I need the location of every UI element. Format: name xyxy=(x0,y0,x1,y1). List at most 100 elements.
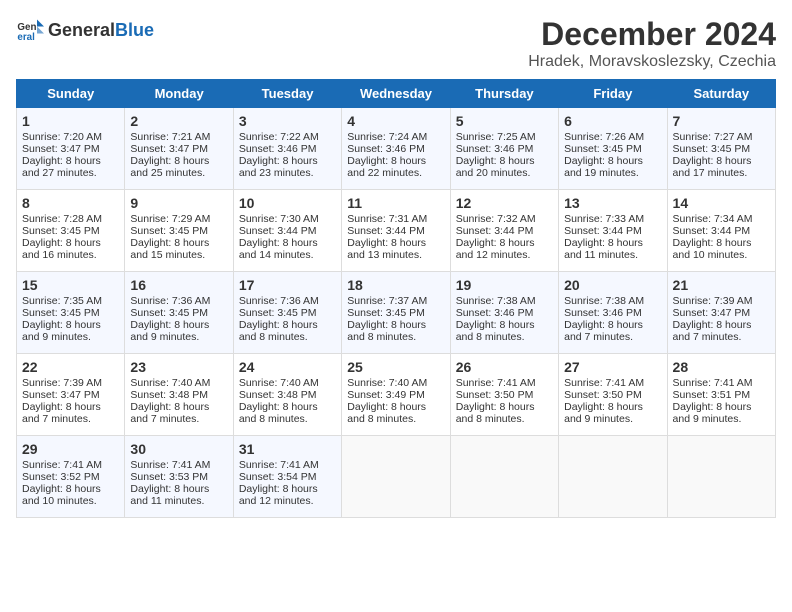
sunrise-text: Sunrise: 7:40 AM xyxy=(347,377,427,389)
day-number: 31 xyxy=(239,441,336,457)
sunrise-text: Sunrise: 7:20 AM xyxy=(22,131,102,143)
sunrise-text: Sunrise: 7:32 AM xyxy=(456,213,536,225)
daylight-text: Daylight: 8 hours and 8 minutes. xyxy=(456,319,535,343)
calendar-table: Sunday Monday Tuesday Wednesday Thursday… xyxy=(16,79,776,518)
day-number: 18 xyxy=(347,277,444,293)
calendar-day-cell: 30Sunrise: 7:41 AMSunset: 3:53 PMDayligh… xyxy=(125,436,233,518)
sunrise-text: Sunrise: 7:37 AM xyxy=(347,295,427,307)
daylight-text: Daylight: 8 hours and 16 minutes. xyxy=(22,237,101,261)
calendar-day-cell: 31Sunrise: 7:41 AMSunset: 3:54 PMDayligh… xyxy=(233,436,341,518)
sunrise-text: Sunrise: 7:38 AM xyxy=(564,295,644,307)
sunrise-text: Sunrise: 7:41 AM xyxy=(22,459,102,471)
calendar-day-cell: 26Sunrise: 7:41 AMSunset: 3:50 PMDayligh… xyxy=(450,354,558,436)
calendar-day-cell: 9Sunrise: 7:29 AMSunset: 3:45 PMDaylight… xyxy=(125,190,233,272)
sunset-text: Sunset: 3:45 PM xyxy=(22,307,100,319)
daylight-text: Daylight: 8 hours and 10 minutes. xyxy=(673,237,752,261)
daylight-text: Daylight: 8 hours and 7 minutes. xyxy=(22,401,101,425)
calendar-day-cell: 17Sunrise: 7:36 AMSunset: 3:45 PMDayligh… xyxy=(233,272,341,354)
day-number: 19 xyxy=(456,277,553,293)
daylight-text: Daylight: 8 hours and 15 minutes. xyxy=(130,237,209,261)
calendar-day-cell: 20Sunrise: 7:38 AMSunset: 3:46 PMDayligh… xyxy=(559,272,667,354)
daylight-text: Daylight: 8 hours and 8 minutes. xyxy=(456,401,535,425)
sunset-text: Sunset: 3:46 PM xyxy=(564,307,642,319)
page-header: Gen eral GeneralBlue December 2024 Hrade… xyxy=(16,16,776,71)
daylight-text: Daylight: 8 hours and 27 minutes. xyxy=(22,155,101,179)
calendar-day-cell: 15Sunrise: 7:35 AMSunset: 3:45 PMDayligh… xyxy=(17,272,125,354)
empty-day-cell xyxy=(667,436,775,518)
sunrise-text: Sunrise: 7:41 AM xyxy=(564,377,644,389)
day-number: 30 xyxy=(130,441,227,457)
day-number: 21 xyxy=(673,277,770,293)
sunrise-text: Sunrise: 7:39 AM xyxy=(673,295,753,307)
logo: Gen eral GeneralBlue xyxy=(16,16,154,44)
day-number: 26 xyxy=(456,359,553,375)
day-number: 7 xyxy=(673,113,770,129)
daylight-text: Daylight: 8 hours and 8 minutes. xyxy=(347,401,426,425)
day-number: 2 xyxy=(130,113,227,129)
calendar-day-cell: 25 Sunrise: 7:40 AMSunset: 3:49 PMDayligh… xyxy=(342,354,450,436)
sunset-text: Sunset: 3:49 PM xyxy=(347,389,425,401)
daylight-text: Daylight: 8 hours and 8 minutes. xyxy=(239,319,318,343)
calendar-day-cell: 18 Sunrise: 7:37 AMSunset: 3:45 PMDayligh… xyxy=(342,272,450,354)
day-number: 25 xyxy=(347,359,444,375)
calendar-day-cell: 8Sunrise: 7:28 AMSunset: 3:45 PMDaylight… xyxy=(17,190,125,272)
header-saturday: Saturday xyxy=(667,80,775,108)
sunrise-text: Sunrise: 7:39 AM xyxy=(22,377,102,389)
calendar-day-cell: 16Sunrise: 7:36 AMSunset: 3:45 PMDayligh… xyxy=(125,272,233,354)
calendar-week-row: 22Sunrise: 7:39 AMSunset: 3:47 PMDayligh… xyxy=(17,354,776,436)
sub-title: Hradek, Moravskoslezsky, Czechia xyxy=(528,53,776,71)
daylight-text: Daylight: 8 hours and 13 minutes. xyxy=(347,237,426,261)
sunset-text: Sunset: 3:48 PM xyxy=(239,389,317,401)
daylight-text: Daylight: 8 hours and 12 minutes. xyxy=(456,237,535,261)
sunrise-text: Sunrise: 7:40 AM xyxy=(239,377,319,389)
header-friday: Friday xyxy=(559,80,667,108)
calendar-day-cell: 19Sunrise: 7:38 AMSunset: 3:46 PMDayligh… xyxy=(450,272,558,354)
sunset-text: Sunset: 3:44 PM xyxy=(347,225,425,237)
calendar-day-cell: 22Sunrise: 7:39 AMSunset: 3:47 PMDayligh… xyxy=(17,354,125,436)
day-number: 24 xyxy=(239,359,336,375)
calendar-day-cell: 11Sunrise: 7:31 AMSunset: 3:44 PMDayligh… xyxy=(342,190,450,272)
title-area: December 2024 Hradek, Moravskoslezsky, C… xyxy=(528,16,776,71)
daylight-text: Daylight: 8 hours and 17 minutes. xyxy=(673,155,752,179)
sunset-text: Sunset: 3:45 PM xyxy=(347,307,425,319)
sunrise-text: Sunrise: 7:36 AM xyxy=(130,295,210,307)
daylight-text: Daylight: 8 hours and 9 minutes. xyxy=(22,319,101,343)
daylight-text: Daylight: 8 hours and 9 minutes. xyxy=(130,319,209,343)
sunset-text: Sunset: 3:46 PM xyxy=(456,307,534,319)
calendar-day-cell: 3Sunrise: 7:22 AMSunset: 3:46 PMDaylight… xyxy=(233,108,341,190)
calendar-day-cell: 24Sunrise: 7:40 AMSunset: 3:48 PMDayligh… xyxy=(233,354,341,436)
sunset-text: Sunset: 3:45 PM xyxy=(673,143,751,155)
day-number: 1 xyxy=(22,113,119,129)
day-number: 23 xyxy=(130,359,227,375)
daylight-text: Daylight: 8 hours and 10 minutes. xyxy=(22,483,101,507)
sunrise-text: Sunrise: 7:33 AM xyxy=(564,213,644,225)
calendar-week-row: 8Sunrise: 7:28 AMSunset: 3:45 PMDaylight… xyxy=(17,190,776,272)
sunset-text: Sunset: 3:47 PM xyxy=(22,143,100,155)
sunrise-text: Sunrise: 7:36 AM xyxy=(239,295,319,307)
empty-day-cell xyxy=(559,436,667,518)
day-number: 15 xyxy=(22,277,119,293)
header-sunday: Sunday xyxy=(17,80,125,108)
daylight-text: Daylight: 8 hours and 7 minutes. xyxy=(673,319,752,343)
header-monday: Monday xyxy=(125,80,233,108)
sunset-text: Sunset: 3:47 PM xyxy=(130,143,208,155)
sunrise-text: Sunrise: 7:41 AM xyxy=(130,459,210,471)
sunset-text: Sunset: 3:45 PM xyxy=(564,143,642,155)
calendar-day-cell: 12Sunrise: 7:32 AMSunset: 3:44 PMDayligh… xyxy=(450,190,558,272)
daylight-text: Daylight: 8 hours and 22 minutes. xyxy=(347,155,426,179)
sunset-text: Sunset: 3:54 PM xyxy=(239,471,317,483)
day-number: 16 xyxy=(130,277,227,293)
svg-text:eral: eral xyxy=(17,32,35,43)
daylight-text: Daylight: 8 hours and 8 minutes. xyxy=(347,319,426,343)
day-number: 13 xyxy=(564,195,661,211)
daylight-text: Daylight: 8 hours and 20 minutes. xyxy=(456,155,535,179)
day-number: 20 xyxy=(564,277,661,293)
sunset-text: Sunset: 3:45 PM xyxy=(130,225,208,237)
daylight-text: Daylight: 8 hours and 7 minutes. xyxy=(130,401,209,425)
day-number: 22 xyxy=(22,359,119,375)
calendar-week-row: 29Sunrise: 7:41 AMSunset: 3:52 PMDayligh… xyxy=(17,436,776,518)
calendar-day-cell: 6Sunrise: 7:26 AMSunset: 3:45 PMDaylight… xyxy=(559,108,667,190)
calendar-day-cell: 28Sunrise: 7:41 AMSunset: 3:51 PMDayligh… xyxy=(667,354,775,436)
sunset-text: Sunset: 3:44 PM xyxy=(673,225,751,237)
sunset-text: Sunset: 3:44 PM xyxy=(239,225,317,237)
